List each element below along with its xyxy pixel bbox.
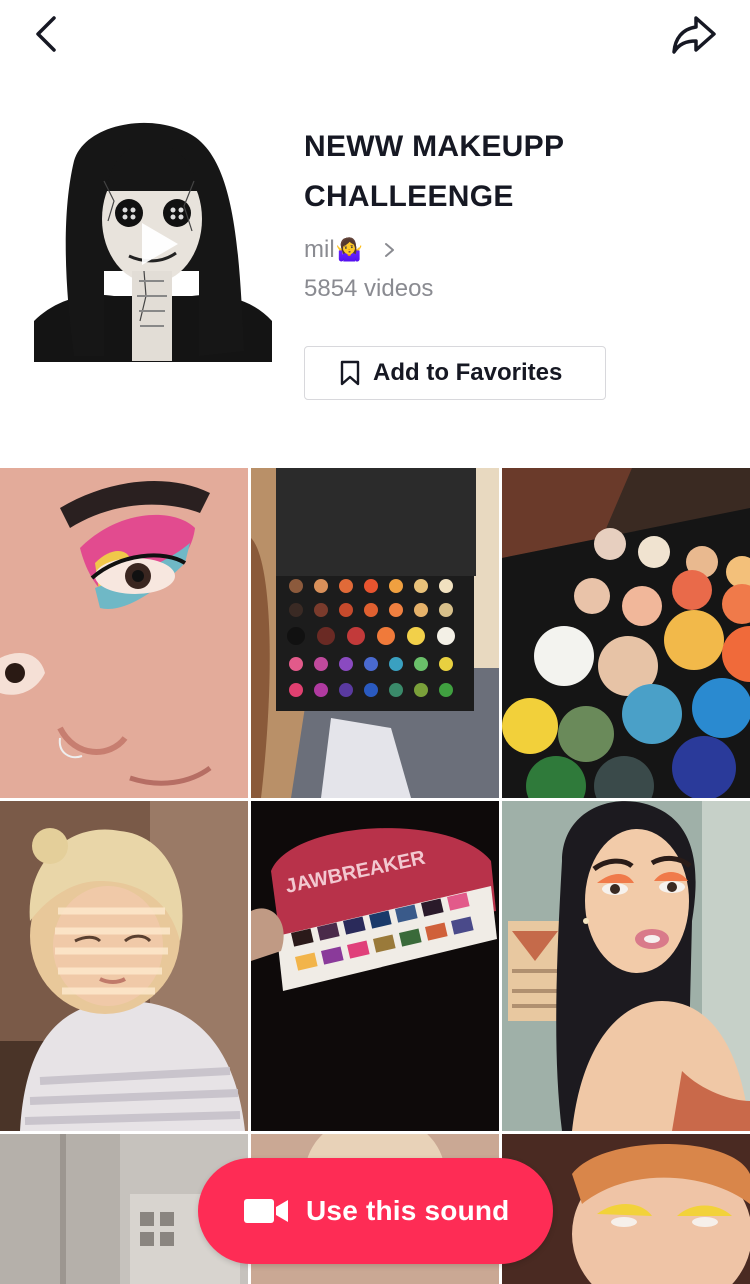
thumbnail-image [502,468,750,798]
video-thumbnail[interactable] [502,801,750,1131]
author-link[interactable]: mil 🤷‍♀️ [304,232,397,268]
bookmark-icon [340,360,360,386]
use-this-sound-button[interactable]: Use this sound [198,1158,553,1264]
thumbnail-image [502,801,750,1131]
video-thumbnail[interactable]: JAWBREAKER [251,801,499,1131]
chevron-right-icon [385,243,395,257]
back-button[interactable] [24,10,72,58]
author-emoji: 🤷‍♀️ [335,237,364,262]
author-name: mil [304,236,335,263]
add-to-favorites-button[interactable]: Add to Favorites [304,346,606,400]
video-thumbnail[interactable] [0,468,248,798]
thumbnail-image [251,468,499,798]
video-thumbnail[interactable] [0,801,248,1131]
chevron-left-icon [36,16,56,52]
video-thumbnail[interactable] [502,468,750,798]
sound-cover-image[interactable] [34,121,272,362]
video-thumbnail[interactable] [251,468,499,798]
video-count: 5854 videos [304,275,434,302]
top-bar [0,0,750,80]
share-button[interactable] [666,10,722,58]
use-this-sound-label: Use this sound [306,1195,510,1226]
share-arrow-icon [672,16,716,54]
thumbnail-image [0,801,248,1131]
thumbnail-image: JAWBREAKER [251,801,499,1131]
thumbnail-image [0,468,248,798]
sound-title: NEWW MAKEUPP CHALLEENGE [304,130,564,213]
video-camera-icon [244,1199,288,1223]
play-icon [142,223,178,265]
add-to-favorites-label: Add to Favorites [373,359,563,386]
